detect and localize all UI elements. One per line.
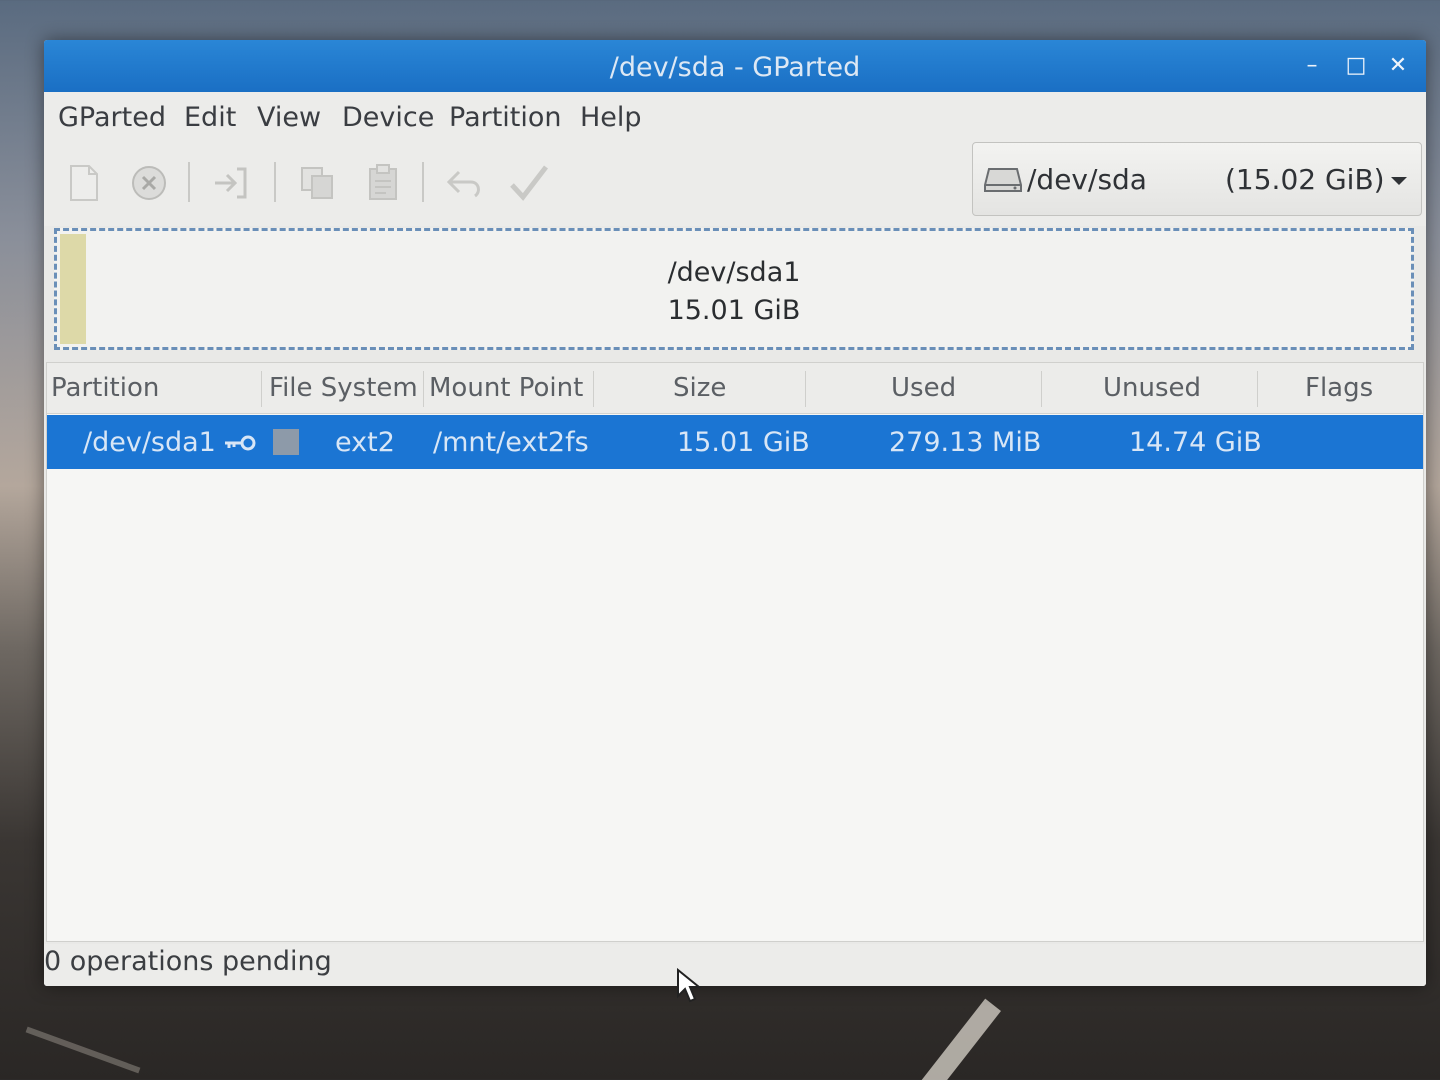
cell-used: 279.13 MiB	[889, 427, 1042, 458]
column-divider[interactable]	[593, 371, 594, 407]
status-bar: 0 operations pending	[44, 944, 1426, 986]
cell-partition: /dev/sda1	[83, 427, 216, 458]
graph-partition-name: /dev/sda1	[667, 257, 801, 288]
menu-help[interactable]: Help	[580, 102, 642, 133]
column-header-flags[interactable]: Flags	[1305, 373, 1373, 403]
column-divider[interactable]	[1041, 371, 1042, 407]
device-selector[interactable]: /dev/sda (15.02 GiB)	[972, 142, 1422, 216]
maximize-button[interactable]: □	[1342, 52, 1370, 80]
graph-partition-size: 15.01 GiB	[667, 295, 801, 326]
paste-icon[interactable]	[360, 160, 406, 206]
toolbar: /dev/sda (15.02 GiB)	[44, 142, 1426, 226]
toolbar-separator	[188, 162, 190, 202]
device-size: (15.02 GiB)	[1225, 163, 1385, 196]
menu-gparted[interactable]: GParted	[58, 102, 166, 133]
menu-device[interactable]: Device	[342, 102, 434, 133]
used-space-bar	[60, 234, 86, 344]
menu-view[interactable]: View	[257, 102, 321, 133]
background-road-line	[25, 1026, 141, 1074]
new-partition-icon[interactable]	[60, 160, 106, 206]
column-header-file-system[interactable]: File System	[269, 373, 418, 403]
column-header-size[interactable]: Size	[673, 373, 726, 403]
disk-graph-partition[interactable]: /dev/sda1 15.01 GiB	[54, 228, 1414, 350]
device-name: /dev/sda	[1027, 163, 1147, 196]
close-button[interactable]: ✕	[1384, 52, 1412, 80]
chevron-down-icon	[1391, 177, 1407, 185]
column-header-unused[interactable]: Unused	[1103, 373, 1201, 403]
cell-mount-point: /mnt/ext2fs	[433, 427, 589, 458]
undo-icon[interactable]	[442, 160, 488, 206]
column-divider[interactable]	[423, 371, 424, 407]
column-header-used[interactable]: Used	[891, 373, 956, 403]
copy-icon[interactable]	[294, 160, 340, 206]
column-header-mount-point[interactable]: Mount Point	[429, 373, 583, 403]
key-icon	[223, 433, 257, 457]
cell-file-system: ext2	[335, 427, 395, 458]
mouse-pointer-icon	[676, 967, 702, 1008]
hard-disk-icon	[983, 165, 1023, 199]
cell-size: 15.01 GiB	[677, 427, 810, 458]
menu-partition[interactable]: Partition	[449, 102, 562, 133]
column-divider[interactable]	[1257, 371, 1258, 407]
toolbar-separator	[422, 162, 424, 202]
title-bar[interactable]: /dev/sda - GParted – □ ✕	[44, 40, 1426, 92]
status-text: 0 operations pending	[44, 946, 332, 977]
column-divider[interactable]	[805, 371, 806, 407]
table-row[interactable]: /dev/sda1 ext2 /mnt/ext2fs 15.01 GiB 279…	[47, 415, 1423, 469]
menu-bar: GParted Edit View Device Partition Help	[44, 92, 1426, 142]
menu-edit[interactable]: Edit	[184, 102, 236, 133]
window-title: /dev/sda - GParted	[609, 52, 861, 83]
minimize-button[interactable]: –	[1298, 52, 1326, 80]
delete-icon[interactable]	[126, 160, 172, 206]
filesystem-color-swatch	[273, 429, 299, 455]
resize-move-icon[interactable]	[208, 160, 254, 206]
column-divider[interactable]	[261, 371, 262, 407]
gparted-window: /dev/sda - GParted – □ ✕ GParted Edit Vi…	[44, 40, 1426, 986]
background-road-line	[899, 998, 1001, 1080]
column-header-partition[interactable]: Partition	[51, 373, 159, 403]
toolbar-separator	[274, 162, 276, 202]
apply-icon[interactable]	[506, 160, 552, 206]
list-header: Partition File System Mount Point Size U…	[47, 363, 1423, 414]
cell-unused: 14.74 GiB	[1129, 427, 1262, 458]
partition-list: Partition File System Mount Point Size U…	[46, 362, 1424, 942]
